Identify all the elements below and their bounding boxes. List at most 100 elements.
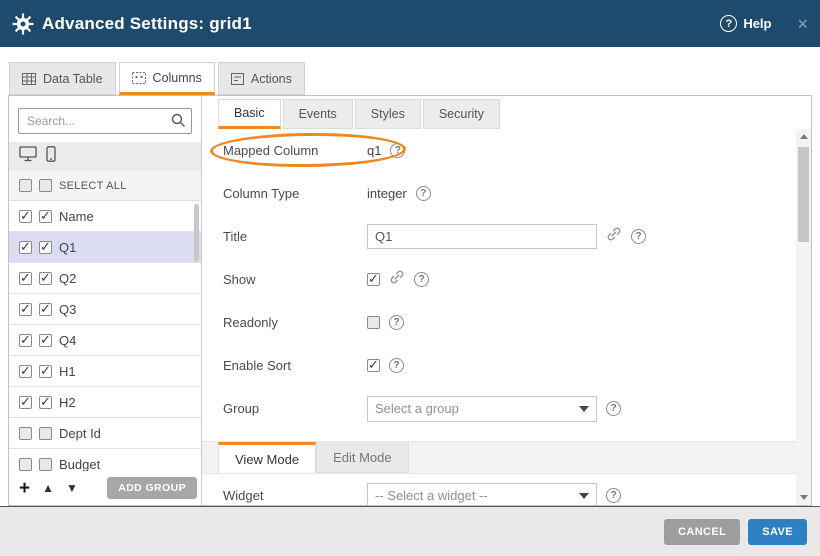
- desktop-visibility-checkbox[interactable]: [19, 272, 32, 285]
- mobile-visibility-checkbox[interactable]: [39, 396, 52, 409]
- settings-scrollbar[interactable]: [796, 129, 811, 505]
- search-input[interactable]: [18, 108, 192, 134]
- mapped-column-row: Mapped Column q1: [202, 129, 796, 172]
- mobile-visibility-checkbox[interactable]: [39, 272, 52, 285]
- desktop-visibility-checkbox[interactable]: [19, 427, 32, 440]
- column-list-item[interactable]: H1: [9, 356, 201, 387]
- desktop-visibility-checkbox[interactable]: [19, 210, 32, 223]
- readonly-row: Readonly: [202, 301, 796, 344]
- chevron-down-icon: [579, 406, 589, 412]
- group-label: Group: [223, 401, 367, 416]
- widget-select[interactable]: -- Select a widget --: [367, 483, 597, 506]
- tab-events[interactable]: Events: [283, 99, 353, 129]
- column-row-label: Budget: [59, 457, 100, 472]
- column-list-item[interactable]: Q1: [9, 232, 201, 263]
- move-up-button[interactable]: ▲: [42, 482, 54, 494]
- column-row-label: Q2: [59, 271, 76, 286]
- scroll-down-icon[interactable]: [796, 490, 811, 505]
- basic-settings-form: Mapped Column q1 Column Type integer Tit…: [202, 129, 796, 505]
- help-button[interactable]: ? Help: [720, 15, 771, 32]
- readonly-checkbox[interactable]: [367, 316, 380, 329]
- select-all-mobile-checkbox[interactable]: [39, 179, 52, 192]
- widget-select-value: -- Select a widget --: [375, 488, 488, 503]
- readonly-label: Readonly: [223, 315, 367, 330]
- tab-styles[interactable]: Styles: [355, 99, 421, 129]
- desktop-visibility-checkbox[interactable]: [19, 303, 32, 316]
- column-list-item[interactable]: Dept Id: [9, 418, 201, 449]
- columns-panel: SELECT ALL Name Q1 Q2 Q3 Q4 H1 H2 Dept I…: [9, 96, 202, 505]
- column-type-help-icon[interactable]: [416, 186, 431, 201]
- mobile-visibility-checkbox[interactable]: [39, 458, 52, 471]
- tab-view-mode[interactable]: View Mode: [218, 442, 316, 473]
- desktop-visibility-checkbox[interactable]: [19, 334, 32, 347]
- chevron-down-icon: [579, 493, 589, 499]
- settings-scrollbar-thumb[interactable]: [798, 147, 809, 242]
- desktop-visibility-checkbox[interactable]: [19, 365, 32, 378]
- mobile-visibility-checkbox[interactable]: [39, 241, 52, 254]
- enable-sort-help-icon[interactable]: [389, 358, 404, 373]
- scroll-up-icon[interactable]: [796, 129, 811, 144]
- move-down-button[interactable]: ▼: [66, 482, 78, 494]
- add-group-button[interactable]: ADD GROUP: [107, 477, 197, 499]
- left-list-scrollbar-thumb[interactable]: [194, 204, 199, 262]
- select-all-desktop-checkbox[interactable]: [19, 179, 32, 192]
- mobile-visibility-checkbox[interactable]: [39, 427, 52, 440]
- tab-data-table[interactable]: Data Table: [9, 62, 116, 95]
- column-type-row: Column Type integer: [202, 172, 796, 215]
- desktop-visibility-checkbox[interactable]: [19, 396, 32, 409]
- mobile-visibility-checkbox[interactable]: [39, 303, 52, 316]
- close-icon[interactable]: ×: [797, 15, 808, 33]
- title-label: Title: [223, 229, 367, 244]
- mapped-column-help-icon[interactable]: [390, 143, 405, 158]
- title-input[interactable]: [367, 224, 597, 249]
- show-link-icon[interactable]: [389, 269, 405, 290]
- enable-sort-checkbox[interactable]: [367, 359, 380, 372]
- widget-help-icon[interactable]: [606, 488, 621, 503]
- desktop-icon[interactable]: [19, 146, 37, 167]
- dialog-title: Advanced Settings: grid1: [42, 14, 252, 34]
- column-type-label: Column Type: [223, 186, 367, 201]
- column-list-item[interactable]: Q4: [9, 325, 201, 356]
- mobile-visibility-checkbox[interactable]: [39, 334, 52, 347]
- column-row-label: Q3: [59, 302, 76, 317]
- add-column-button[interactable]: +: [19, 479, 30, 498]
- tab-edit-mode[interactable]: Edit Mode: [316, 442, 409, 473]
- show-checkbox[interactable]: [367, 273, 380, 286]
- save-button[interactable]: SAVE: [748, 519, 807, 545]
- help-icon: ?: [720, 15, 737, 32]
- dialog-header: Advanced Settings: grid1 ? Help ×: [0, 0, 820, 47]
- mapped-column-value: q1: [367, 143, 381, 158]
- group-select[interactable]: Select a group: [367, 396, 597, 422]
- column-list-item[interactable]: Budget: [9, 449, 201, 473]
- title-help-icon[interactable]: [631, 229, 646, 244]
- group-select-value: Select a group: [375, 401, 459, 416]
- desktop-visibility-checkbox[interactable]: [19, 458, 32, 471]
- column-list-item[interactable]: H2: [9, 387, 201, 418]
- column-list-item[interactable]: Q3: [9, 294, 201, 325]
- actions-icon: [231, 73, 244, 85]
- device-toggle-row: [9, 142, 201, 171]
- tab-actions[interactable]: Actions: [218, 62, 305, 95]
- mobile-visibility-checkbox[interactable]: [39, 365, 52, 378]
- group-help-icon[interactable]: [606, 401, 621, 416]
- dialog-content: SELECT ALL Name Q1 Q2 Q3 Q4 H1 H2 Dept I…: [8, 95, 812, 506]
- widget-label: Widget: [223, 488, 367, 503]
- tab-security[interactable]: Security: [423, 99, 500, 129]
- column-row-label: H2: [59, 395, 76, 410]
- column-list-item[interactable]: Name: [9, 201, 201, 232]
- desktop-visibility-checkbox[interactable]: [19, 241, 32, 254]
- column-list-item[interactable]: Q2: [9, 263, 201, 294]
- show-help-icon[interactable]: [414, 272, 429, 287]
- mobile-visibility-checkbox[interactable]: [39, 210, 52, 223]
- readonly-help-icon[interactable]: [389, 315, 404, 330]
- tab-basic[interactable]: Basic: [218, 99, 281, 129]
- search-icon[interactable]: [170, 112, 187, 134]
- title-link-icon[interactable]: [606, 226, 622, 247]
- enable-sort-label: Enable Sort: [223, 358, 367, 373]
- cancel-button[interactable]: CANCEL: [664, 519, 740, 545]
- tab-columns[interactable]: Columns: [119, 62, 215, 95]
- mobile-icon[interactable]: [46, 146, 56, 167]
- column-row-label: Q4: [59, 333, 76, 348]
- column-list: Name Q1 Q2 Q3 Q4 H1 H2 Dept Id Budget: [9, 201, 201, 473]
- left-list-scrollbar[interactable]: [192, 201, 200, 473]
